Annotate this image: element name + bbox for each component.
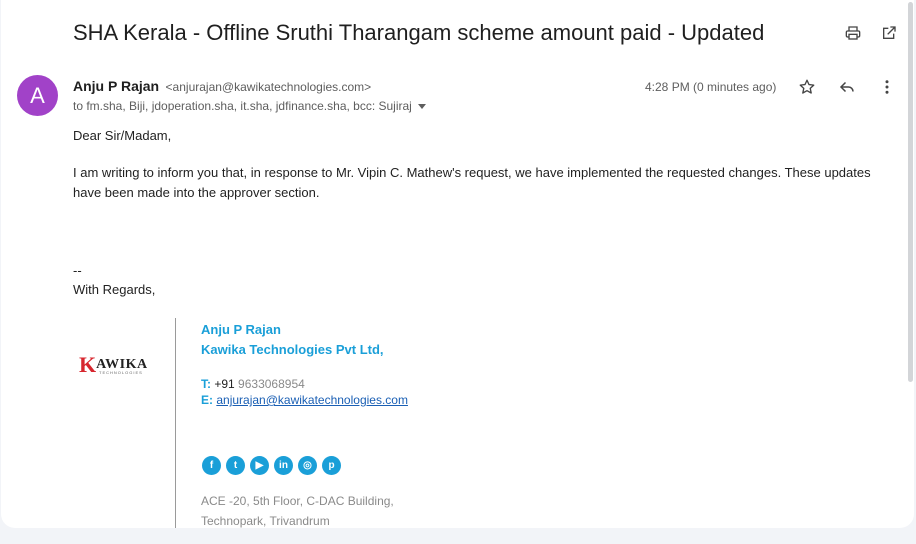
recipients-line: to fm.sha, Biji, jdoperation.sha, it.sha… [73, 99, 426, 113]
email-subject: SHA Kerala - Offline Sruthi Tharangam sc… [73, 20, 765, 45]
message-actions [798, 78, 896, 96]
email-paragraph: I am writing to inform you that, in resp… [73, 165, 871, 200]
scrollbar[interactable] [908, 2, 913, 382]
email-label: E: [201, 393, 213, 407]
pinterest-icon[interactable]: p [322, 456, 341, 475]
subject-actions [844, 24, 898, 42]
signature-address-line2: Technopark, Trivandrum [201, 514, 330, 528]
phone-prefix: +91 [214, 377, 235, 391]
signature-company: Kawika Technologies Pvt Ltd, [201, 342, 384, 357]
email-greeting: Dear Sir/Madam, [73, 128, 172, 143]
email-closing: With Regards, [73, 282, 156, 297]
signature-name: Anju P Rajan [201, 322, 281, 337]
sender-email: <anjurajan@kawikatechnologies.com> [165, 80, 372, 94]
email-timestamp: 4:28 PM (0 minutes ago) [645, 80, 777, 94]
phone-number: 9633068954 [238, 377, 305, 391]
signature-address-line1: ACE -20, 5th Floor, C-DAC Building, [201, 494, 394, 508]
reply-icon[interactable] [838, 78, 856, 96]
signature-divider [175, 318, 176, 528]
phone-label: T: [201, 377, 211, 391]
sender-avatar[interactable]: A [17, 75, 58, 116]
sender-name[interactable]: Anju P Rajan [73, 78, 159, 94]
company-logo: K AWIKA TECHNOLOGIES [79, 352, 148, 378]
signature-separator: -- [73, 263, 82, 278]
facebook-icon[interactable]: f [202, 456, 221, 475]
recipients-text: to fm.sha, Biji, jdoperation.sha, it.sha… [73, 99, 412, 113]
email-card: SHA Kerala - Offline Sruthi Tharangam sc… [1, 0, 914, 528]
open-in-new-window-icon[interactable] [880, 24, 898, 42]
logo-letter: K [79, 352, 97, 377]
youtube-icon[interactable]: ▶ [250, 456, 269, 475]
star-icon[interactable] [798, 78, 816, 96]
print-icon[interactable] [844, 24, 862, 42]
sender-line: Anju P Rajan <anjurajan@kawikatechnologi… [73, 78, 371, 96]
show-details-chevron-down-icon[interactable] [417, 103, 426, 109]
signature-email-link[interactable]: anjurajan@kawikatechnologies.com [216, 393, 408, 407]
more-options-icon[interactable] [878, 78, 896, 96]
instagram-icon[interactable]: ◎ [298, 456, 317, 475]
logo-subtext: TECHNOLOGIES [99, 370, 143, 375]
signature-email: E: anjurajan@kawikatechnologies.com [201, 393, 408, 407]
linkedin-icon[interactable]: in [274, 456, 293, 475]
signature-phone: T: +91 9633068954 [201, 377, 305, 391]
twitter-icon[interactable]: t [226, 456, 245, 475]
social-links: f t ▶ in ◎ p [202, 456, 341, 475]
